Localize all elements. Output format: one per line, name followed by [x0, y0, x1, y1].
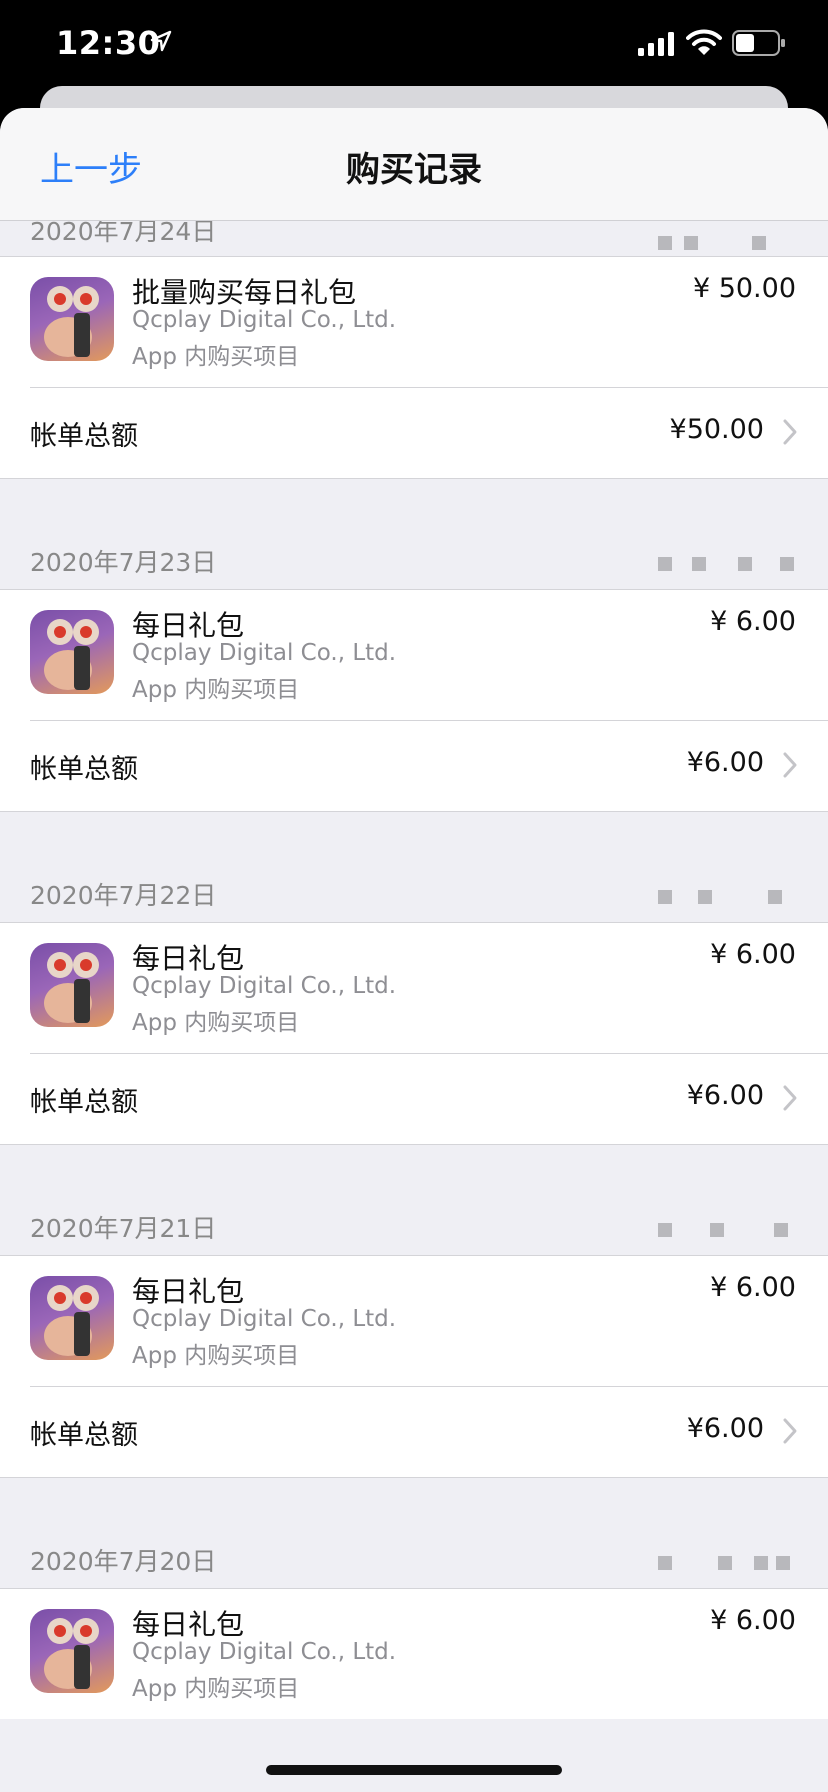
- app-icon: [30, 943, 114, 1027]
- status-bar: 12:30: [0, 0, 828, 88]
- purchase-type: App 内购买项目: [132, 1676, 300, 1702]
- bill-total-row[interactable]: 帐单总额 ¥6.00: [0, 1054, 828, 1144]
- app-icon: [30, 277, 114, 361]
- purchase-item[interactable]: 每日礼包 Qcplay Digital Co., Ltd. App 内购买项目 …: [0, 590, 828, 720]
- home-indicator[interactable]: [266, 1765, 562, 1775]
- redacted-info: [658, 1217, 798, 1243]
- app-icon: [30, 610, 114, 694]
- game-character-icon: [44, 286, 99, 357]
- item-title: 批量购买每日礼包: [132, 276, 357, 309]
- purchase-type: App 内购买项目: [132, 1343, 300, 1369]
- section-gap: [0, 812, 828, 842]
- date-label: 2020年7月20日: [30, 1547, 217, 1576]
- chevron-right-icon: [783, 1085, 797, 1111]
- chevron-right-icon: [783, 752, 797, 778]
- page-title: 购买记录: [346, 150, 482, 190]
- game-character-icon: [44, 1618, 99, 1689]
- section-gap: [0, 1145, 828, 1175]
- item-price: ¥ 6.00: [710, 939, 796, 970]
- developer-name: Qcplay Digital Co., Ltd.: [132, 640, 397, 666]
- chevron-right-icon: [783, 1418, 797, 1444]
- date-header: 2020年7月21日: [0, 1175, 828, 1255]
- app-icon: [30, 1609, 114, 1693]
- purchase-type: App 内购买项目: [132, 677, 300, 703]
- bill-total-amount: ¥6.00: [686, 747, 764, 778]
- bill-total-label: 帐单总额: [30, 1087, 138, 1118]
- developer-name: Qcplay Digital Co., Ltd.: [132, 1306, 397, 1332]
- purchase-item[interactable]: 每日礼包 Qcplay Digital Co., Ltd. App 内购买项目 …: [0, 1589, 828, 1719]
- purchase-item[interactable]: 批量购买每日礼包 Qcplay Digital Co., Ltd. App 内购…: [0, 257, 828, 387]
- app-icon: [30, 1276, 114, 1360]
- purchase-type: App 内购买项目: [132, 1010, 300, 1036]
- item-title: 每日礼包: [132, 609, 245, 642]
- bill-total-amount: ¥6.00: [686, 1080, 764, 1111]
- bill-total-row[interactable]: 帐单总额 ¥6.00: [0, 721, 828, 811]
- item-price: ¥ 50.00: [692, 273, 796, 304]
- bill-total-amount: ¥50.00: [669, 414, 764, 445]
- bill-total-row[interactable]: 帐单总额 ¥6.00: [0, 1387, 828, 1477]
- purchase-item[interactable]: 每日礼包 Qcplay Digital Co., Ltd. App 内购买项目 …: [0, 1256, 828, 1386]
- purchase-group: 每日礼包 Qcplay Digital Co., Ltd. App 内购买项目 …: [0, 1588, 828, 1719]
- date-header: 2020年7月22日: [0, 842, 828, 922]
- date-label: 2020年7月22日: [30, 881, 217, 910]
- game-character-icon: [44, 1285, 99, 1356]
- bill-total-row[interactable]: 帐单总额 ¥50.00: [0, 388, 828, 478]
- date-label: 2020年7月23日: [30, 548, 217, 577]
- item-title: 每日礼包: [132, 1275, 245, 1308]
- purchase-group: 每日礼包 Qcplay Digital Co., Ltd. App 内购买项目 …: [0, 589, 828, 812]
- purchase-item[interactable]: 每日礼包 Qcplay Digital Co., Ltd. App 内购买项目 …: [0, 923, 828, 1053]
- purchase-list: 2020年7月24日 批量购买每日礼包 Qcplay Digital Co., …: [0, 217, 828, 1719]
- item-title: 每日礼包: [132, 1608, 245, 1641]
- developer-name: Qcplay Digital Co., Ltd.: [132, 307, 397, 333]
- purchase-group: 每日礼包 Qcplay Digital Co., Ltd. App 内购买项目 …: [0, 922, 828, 1145]
- bill-total-label: 帐单总额: [30, 421, 138, 452]
- purchase-group: 批量购买每日礼包 Qcplay Digital Co., Ltd. App 内购…: [0, 256, 828, 479]
- redacted-info: [658, 551, 798, 577]
- bill-total-label: 帐单总额: [30, 754, 138, 785]
- cellular-signal-icon: [638, 32, 674, 56]
- item-title: 每日礼包: [132, 942, 245, 975]
- chevron-right-icon: [783, 419, 797, 445]
- date-label: 2020年7月21日: [30, 1214, 217, 1243]
- location-arrow-icon: [150, 30, 172, 52]
- redacted-info: [658, 1550, 798, 1576]
- item-price: ¥ 6.00: [710, 1272, 796, 1303]
- game-character-icon: [44, 952, 99, 1023]
- developer-name: Qcplay Digital Co., Ltd.: [132, 1639, 397, 1665]
- date-header: 2020年7月23日: [0, 509, 828, 589]
- bill-total-amount: ¥6.00: [686, 1413, 764, 1444]
- item-price: ¥ 6.00: [710, 606, 796, 637]
- wifi-icon: [686, 29, 722, 55]
- purchase-history-sheet: 上一步 购买记录 2020年7月24日 批量购买每日礼包 Qcplay Digi…: [0, 108, 828, 1792]
- date-header: 2020年7月20日: [0, 1508, 828, 1588]
- game-character-icon: [44, 619, 99, 690]
- bill-total-label: 帐单总额: [30, 1420, 138, 1451]
- status-time: 12:30: [56, 24, 161, 62]
- purchase-type: App 内购买项目: [132, 344, 300, 370]
- navigation-bar: 上一步 购买记录: [0, 108, 828, 221]
- item-price: ¥ 6.00: [710, 1605, 796, 1636]
- redacted-info: [658, 230, 798, 256]
- date-header: 2020年7月24日: [0, 217, 828, 256]
- section-gap: [0, 1478, 828, 1508]
- battery-icon: [732, 30, 785, 56]
- purchase-group: 每日礼包 Qcplay Digital Co., Ltd. App 内购买项目 …: [0, 1255, 828, 1478]
- redacted-info: [658, 884, 798, 910]
- section-gap: [0, 479, 828, 509]
- developer-name: Qcplay Digital Co., Ltd.: [132, 973, 397, 999]
